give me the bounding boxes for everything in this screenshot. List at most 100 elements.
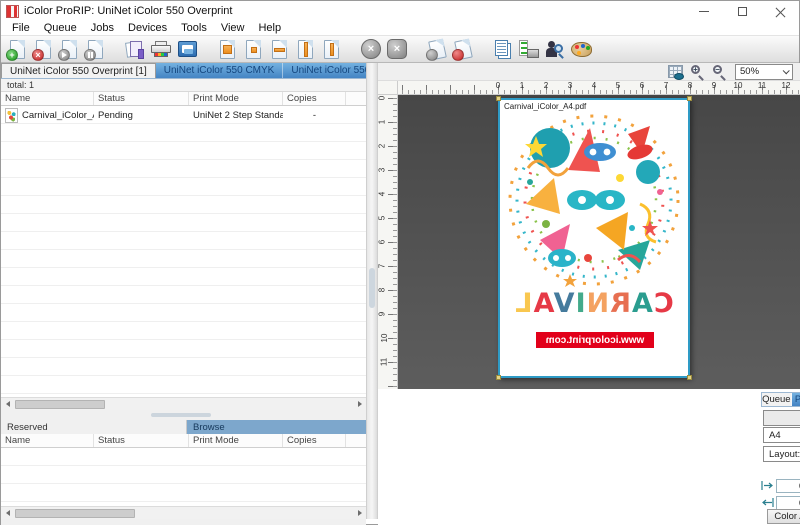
window-title: iColor ProRIP: UniNet iColor 550 Overpri… (24, 5, 232, 17)
menu-jobs[interactable]: Jobs (84, 22, 121, 34)
scroll-left-icon[interactable] (1, 398, 14, 410)
scroll-right-icon[interactable] (353, 398, 366, 410)
maximize-button[interactable] (723, 1, 761, 21)
layout-select[interactable]: Layout: Auto Page (763, 446, 800, 462)
color-adjust-button[interactable]: Color Adjust (767, 509, 800, 524)
grid-eye-icon (668, 65, 683, 78)
vertical-splitter[interactable] (366, 63, 378, 519)
rip-inspect-button[interactable] (543, 37, 567, 61)
menu-queue[interactable]: Queue (37, 22, 84, 34)
close-button[interactable] (761, 1, 799, 21)
settings-panel: Queue Page Job UniNet 2 Step Standard 55… (755, 389, 800, 525)
chevron-down-icon (783, 67, 790, 74)
stop-button[interactable]: × (385, 37, 409, 61)
zoom-in-button[interactable]: + (691, 65, 705, 79)
job-rows: Carnival_iColor_A4... Pending UniNet 2 S… (1, 106, 366, 397)
queue-tab-strip: UniNet iColor 550 Overprint [1] UniNet i… (1, 63, 366, 79)
tab-cmyk[interactable]: UniNet iColor 550 CMYK (156, 63, 284, 78)
app-icon (6, 5, 19, 18)
menu-bar: File Queue Jobs Devices Tools View Help (1, 21, 799, 36)
abort-print-button[interactable]: × (359, 37, 383, 61)
menu-file[interactable]: File (5, 22, 37, 34)
resize-handle[interactable] (496, 375, 501, 380)
h-ruler: 0123456789101112 (398, 81, 800, 95)
resize-handle[interactable] (496, 96, 501, 101)
tab-queue[interactable]: Queue (762, 393, 792, 406)
queue-panel: UniNet iColor 550 Overprint [1] UniNet i… (1, 63, 366, 525)
resize-handle[interactable] (687, 375, 692, 380)
add-job-button[interactable]: + (5, 37, 29, 61)
margin-right-stepper[interactable]: 0.00 in (776, 496, 800, 510)
palette-icon (571, 42, 592, 57)
scroll-thumb[interactable] (15, 509, 135, 518)
preview-button[interactable] (175, 37, 199, 61)
col-status[interactable]: Status (94, 434, 189, 447)
queue-manager-button[interactable] (517, 37, 541, 61)
copy-job-button[interactable] (123, 37, 147, 61)
zoom-out-button[interactable]: − (713, 65, 727, 79)
browse-hscrollbar[interactable] (1, 506, 366, 519)
col-status[interactable]: Status (94, 92, 189, 105)
v-ruler: 01234567891011 (378, 95, 398, 389)
tab-reserved[interactable]: Reserved (1, 420, 187, 434)
menu-devices[interactable]: Devices (121, 22, 174, 34)
menu-view[interactable]: View (214, 22, 252, 34)
app-window: iColor ProRIP: UniNet iColor 550 Overpri… (0, 0, 800, 525)
media-size-select[interactable]: A4 Size: [8.27 in x 11.69 in] (763, 427, 800, 443)
col-copies[interactable]: Copies (283, 92, 346, 105)
print-button[interactable] (149, 37, 173, 61)
job-hscrollbar[interactable] (1, 397, 366, 410)
table-row[interactable]: Carnival_iColor_A4... Pending UniNet 2 S… (1, 106, 366, 124)
start-job-button[interactable] (57, 37, 81, 61)
color-settings-button[interactable] (569, 37, 593, 61)
carnival-artwork (500, 108, 688, 290)
fit-height-button[interactable] (293, 37, 317, 61)
title-bar: iColor ProRIP: UniNet iColor 550 Overpri… (1, 1, 799, 21)
banner: www.icolorprint.com (536, 332, 654, 348)
tab-overprint[interactable]: UniNet iColor 550 Overprint [1] (1, 63, 156, 78)
col-name[interactable]: Name (1, 434, 94, 447)
settings-tab-strip: Queue Page Job (761, 392, 800, 407)
margin-left-stepper[interactable]: 0.00 in (776, 479, 800, 493)
preview-canvas[interactable]: Carnival_iColor_A4.pdf (398, 95, 800, 389)
person-search-icon (546, 40, 564, 58)
page-preview[interactable]: Carnival_iColor_A4.pdf (498, 98, 690, 378)
tab-page[interactable]: Page (792, 393, 800, 406)
tab-browse[interactable]: Browse (187, 420, 366, 434)
browse-table-header: Name Status Print Mode Copies (1, 434, 366, 448)
col-print-mode[interactable]: Print Mode (189, 92, 283, 105)
grid-view-button[interactable] (668, 65, 683, 78)
print-icon (151, 41, 171, 57)
remove-job-button[interactable] (451, 37, 475, 61)
scroll-right-icon[interactable] (353, 507, 366, 519)
hold-job-button[interactable] (83, 37, 107, 61)
job-print-mode: UniNet 2 Step Standard 55... (189, 110, 283, 121)
resize-handle[interactable] (687, 96, 692, 101)
total-bar: total: 1 (1, 79, 366, 92)
job-name: Carnival_iColor_A4... (18, 110, 94, 121)
scale-page-button[interactable] (319, 37, 343, 61)
col-copies[interactable]: Copies (283, 434, 346, 447)
browse-rows (1, 448, 366, 506)
panel-splitter[interactable] (1, 410, 366, 420)
zoom-level-select[interactable]: 50% (735, 64, 793, 80)
abort-print-icon: × (361, 39, 381, 59)
scroll-left-icon[interactable] (1, 507, 14, 519)
total-label: total: 1 (7, 80, 34, 90)
col-name[interactable]: Name (1, 92, 94, 105)
scroll-thumb[interactable] (15, 400, 105, 409)
margin-left-icon (761, 479, 774, 492)
minimize-button[interactable] (685, 1, 723, 21)
fit-width-button[interactable] (267, 37, 291, 61)
col-print-mode[interactable]: Print Mode (189, 434, 283, 447)
ruler-corner (378, 81, 398, 95)
secondary-profile-select[interactable] (763, 410, 800, 426)
fit-page-button[interactable] (215, 37, 239, 61)
restore-job-button[interactable] (425, 37, 449, 61)
menu-help[interactable]: Help (251, 22, 288, 34)
delete-job-button[interactable]: × (31, 37, 55, 61)
center-page-button[interactable] (241, 37, 265, 61)
preview-icon (178, 41, 197, 57)
menu-tools[interactable]: Tools (174, 22, 214, 34)
job-list-button[interactable] (491, 37, 515, 61)
